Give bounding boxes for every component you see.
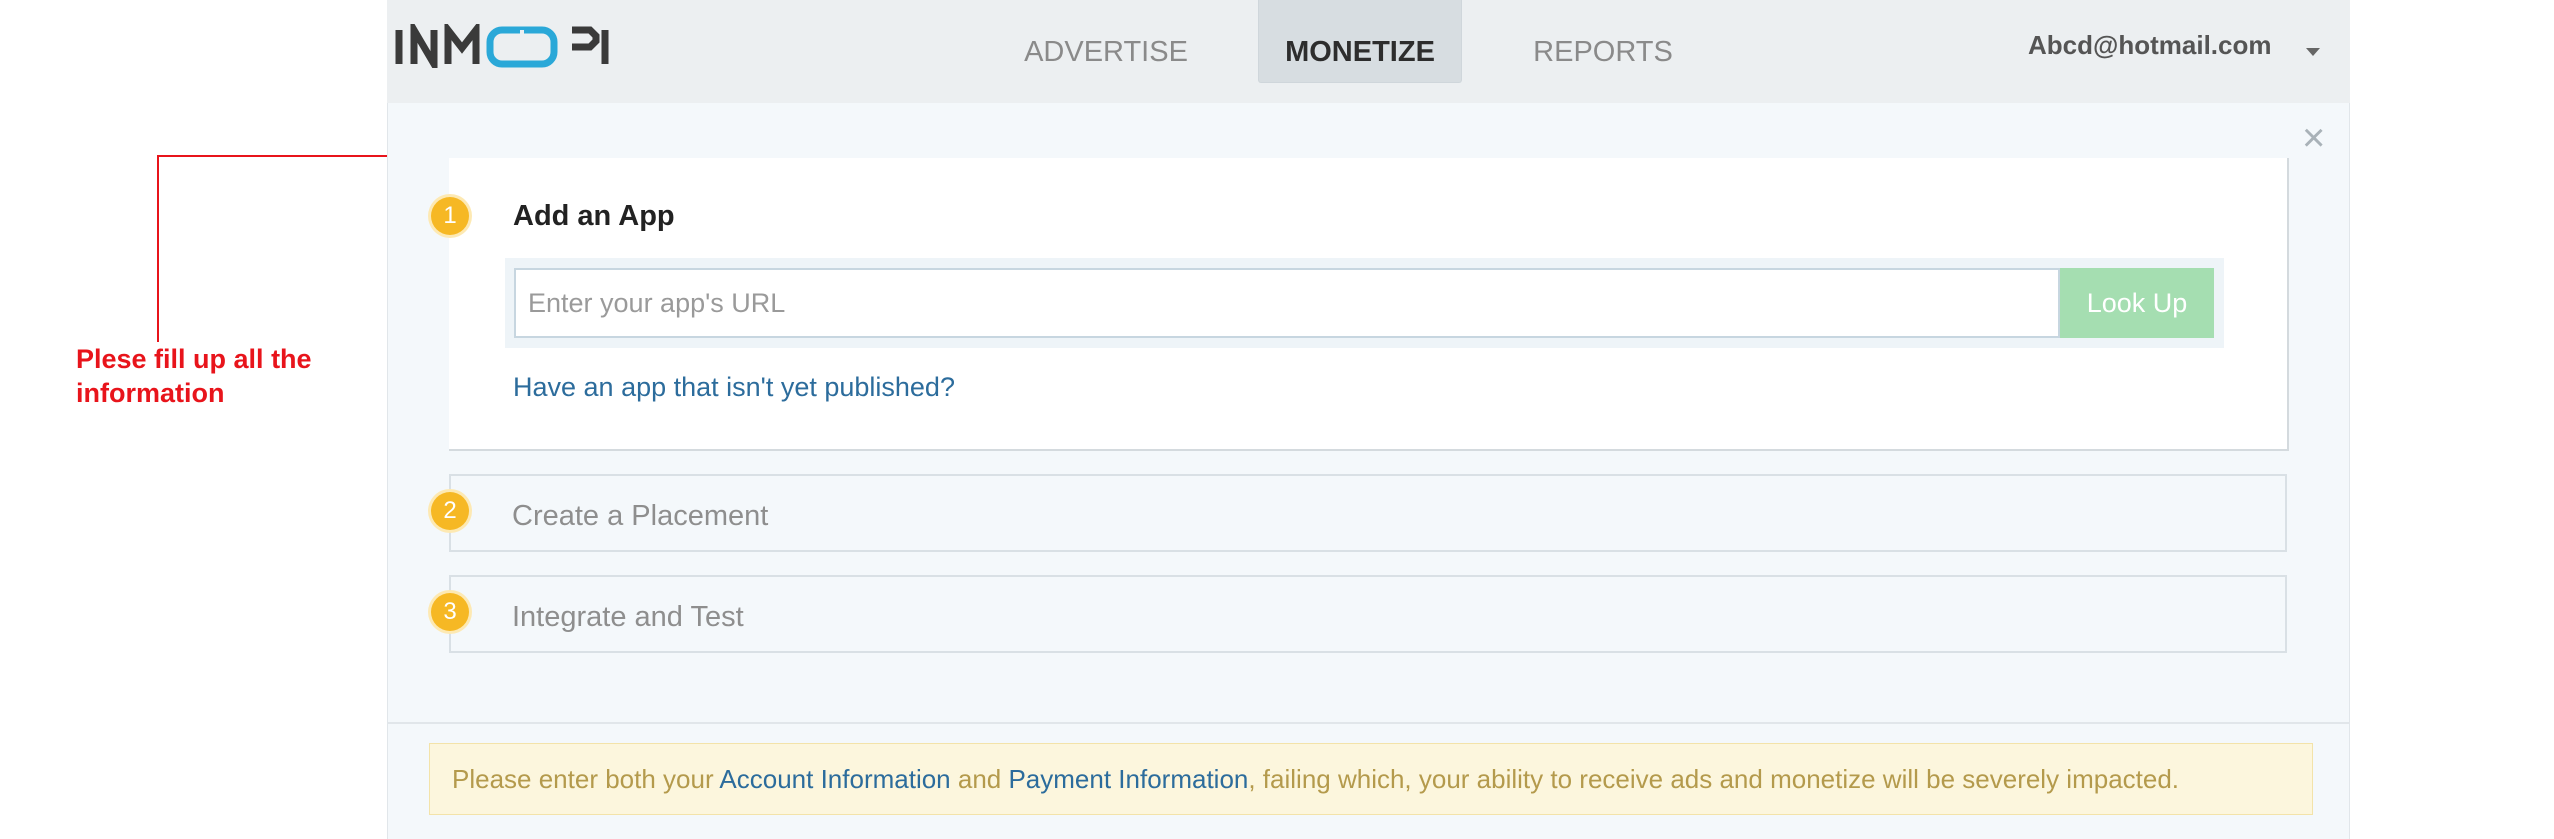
notice-text: Please enter both your <box>452 764 720 794</box>
step-number-badge: 1 <box>431 197 469 235</box>
payment-information-link[interactable]: Payment Information <box>1008 764 1248 794</box>
tab-monetize[interactable]: MONETIZE <box>1258 0 1462 83</box>
panel-divider <box>387 722 2350 724</box>
notice-text: , failing which, your ability to receive… <box>1248 764 2180 794</box>
user-email[interactable]: Abcd@hotmail.com <box>2028 30 2271 61</box>
notice-text: and <box>950 764 1009 794</box>
close-icon[interactable]: × <box>2302 118 2325 158</box>
caret-down-icon[interactable] <box>2306 48 2320 56</box>
step-title[interactable]: Integrate and Test <box>512 601 744 634</box>
annotation-line-vertical <box>157 155 159 342</box>
inmobi-logo[interactable] <box>394 24 610 68</box>
step-title[interactable]: Create a Placement <box>512 500 768 533</box>
step-title: Add an App <box>513 200 675 232</box>
lookup-button[interactable]: Look Up <box>2060 268 2214 338</box>
step-number-badge: 2 <box>431 492 469 530</box>
app-url-input[interactable] <box>514 268 2060 338</box>
account-information-link[interactable]: Account Information <box>719 764 950 794</box>
annotation-note: Plese fill up all the information <box>76 344 312 408</box>
warning-notice: Please enter both your Account Informati… <box>429 743 2313 815</box>
unpublished-app-link[interactable]: Have an app that isn't yet published? <box>513 372 955 403</box>
step-number-badge: 3 <box>431 593 469 631</box>
tab-reports[interactable]: REPORTS <box>1508 0 1698 82</box>
tab-advertise[interactable]: ADVERTISE <box>1010 0 1202 82</box>
